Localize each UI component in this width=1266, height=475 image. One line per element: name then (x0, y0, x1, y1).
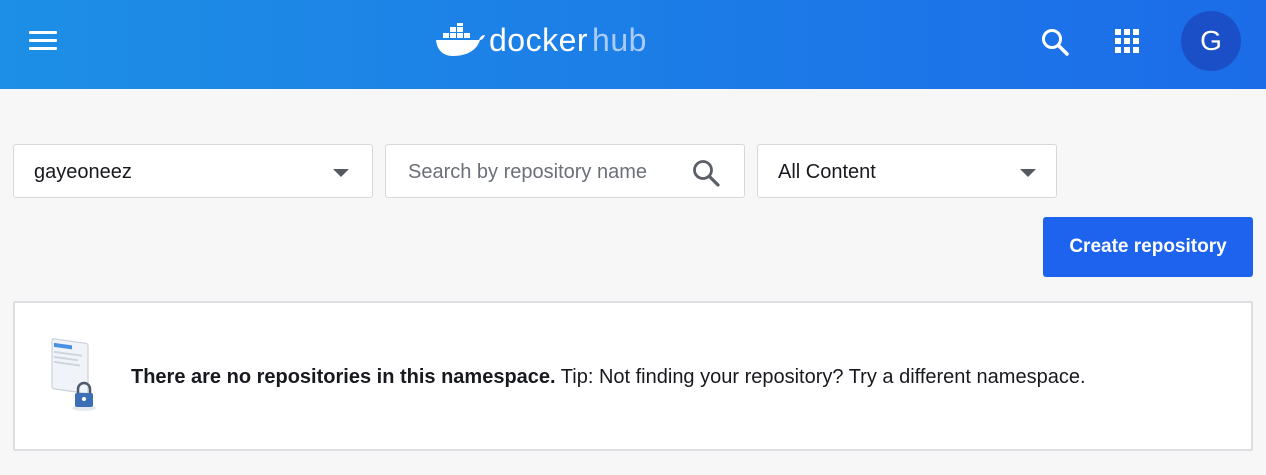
content-filter-select[interactable]: All Content (757, 144, 1057, 198)
logo-text-docker: docker (489, 21, 589, 58)
user-avatar[interactable]: G (1181, 11, 1241, 71)
repository-search-input[interactable] (408, 157, 653, 187)
empty-state-card: There are no repositories in this namesp… (13, 301, 1253, 451)
docker-hub-logo[interactable]: docker hub (435, 20, 647, 60)
apps-grid-icon[interactable] (1113, 27, 1141, 55)
chevron-down-icon (333, 169, 349, 177)
menu-icon[interactable] (28, 28, 58, 54)
empty-state-message: There are no repositories in this namesp… (131, 366, 1086, 389)
namespace-value: gayeoneez (34, 161, 132, 183)
top-nav-bar: docker hub G (0, 0, 1266, 89)
namespace-select[interactable]: gayeoneez (13, 144, 373, 198)
repository-search-field[interactable] (385, 144, 745, 198)
repository-lock-illustration (51, 338, 96, 411)
content-filter-value: All Content (778, 161, 876, 183)
empty-state-headline: There are no repositories in this namesp… (131, 366, 556, 388)
empty-state-tip: Tip: Not finding your repository? Try a … (555, 366, 1086, 388)
docker-whale-icon (436, 23, 485, 56)
logo-text-hub: hub (592, 21, 647, 58)
search-icon[interactable] (691, 158, 721, 188)
create-repository-button[interactable]: Create repository (1043, 217, 1253, 277)
chevron-down-icon (1020, 169, 1036, 177)
search-icon[interactable] (1040, 27, 1070, 57)
